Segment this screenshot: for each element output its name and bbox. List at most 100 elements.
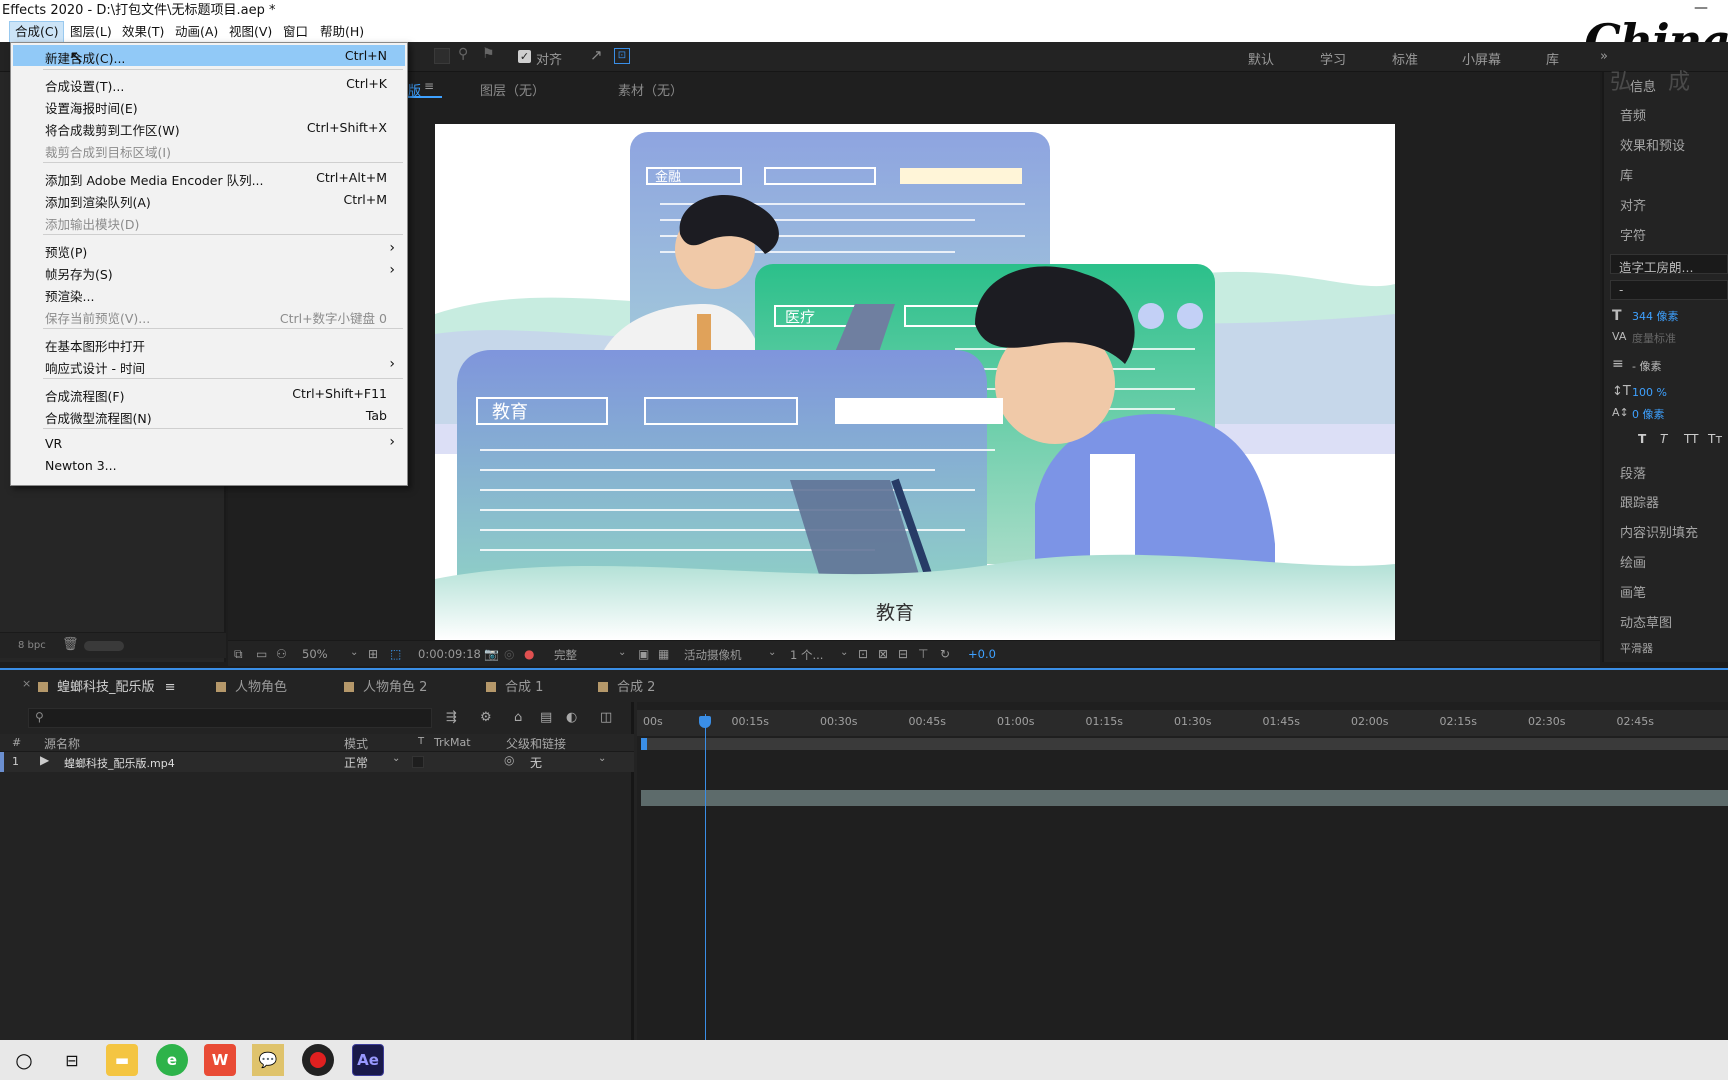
channel-icon[interactable]: ●	[524, 647, 534, 661]
browser-icon[interactable]: e	[156, 1044, 188, 1076]
views-dropdown-icon[interactable]: ⌄	[840, 647, 848, 658]
transparency-grid-icon[interactable]: ⬚	[390, 647, 401, 661]
panel-brushes[interactable]: 画笔	[1620, 582, 1646, 601]
trkmat-select[interactable]	[412, 756, 424, 768]
workspace-small-screen[interactable]: 小屏幕	[1462, 49, 1501, 68]
panel-smoother[interactable]: 平滑器	[1620, 640, 1653, 654]
work-area-start-handle[interactable]	[641, 738, 647, 750]
workspace-standard[interactable]: 标准	[1392, 49, 1418, 68]
toggle-pixel-icon[interactable]: ⊡	[858, 647, 868, 661]
snap-grid-icon[interactable]: ⊡	[614, 48, 630, 64]
workspace-more-button[interactable]: »	[1600, 49, 1608, 64]
task-view-icon[interactable]: ⊟	[56, 1044, 88, 1076]
workspace-library[interactable]: 库	[1546, 49, 1559, 68]
current-time-indicator[interactable]	[705, 714, 706, 1044]
layer-mode-select[interactable]: 正常	[344, 754, 368, 771]
panel-paragraph[interactable]: 段落	[1620, 463, 1646, 482]
views-select[interactable]: 1 个...	[790, 647, 823, 663]
tab-menu-icon[interactable]: ≡	[424, 79, 434, 93]
graph-editor-icon[interactable]: ◫	[600, 710, 612, 725]
trash-icon[interactable]: 🗑	[62, 637, 79, 652]
panel-effects-presets[interactable]: 效果和预设	[1620, 135, 1685, 154]
faux-italic-button[interactable]: T	[1660, 432, 1667, 446]
baseline-shift-value[interactable]: 0 像素	[1632, 406, 1665, 422]
panel-audio[interactable]: 音频	[1620, 105, 1646, 124]
camera-dropdown-icon[interactable]: ⌄	[768, 647, 776, 658]
menu-item-open-in-essential-graphics[interactable]: 在基本图形中打开	[13, 333, 405, 354]
menu-animation[interactable]: 动画(A)	[170, 22, 223, 42]
puppet-tool-icon[interactable]: ⚑	[482, 46, 495, 62]
motion-blur-icon[interactable]: ◐	[566, 710, 577, 725]
always-preview-icon[interactable]: ⧉	[234, 647, 243, 662]
menu-item-trim-to-work-area[interactable]: 将合成裁剪到工作区(W) Ctrl+Shift+X	[13, 117, 405, 138]
panel-motion-sketch[interactable]: 动态草图	[1620, 612, 1672, 631]
composition-canvas[interactable]: 金融 医疗 教育 教育	[435, 124, 1395, 640]
fast-preview-icon[interactable]: ⊠	[878, 647, 888, 661]
panel-libraries[interactable]: 库	[1620, 165, 1633, 184]
menu-item-newton[interactable]: Newton 3...	[13, 455, 405, 476]
font-style-select[interactable]: -	[1610, 280, 1728, 300]
wps-icon[interactable]: W	[204, 1044, 236, 1076]
panel-character[interactable]: 字符	[1620, 225, 1646, 244]
resolution-select[interactable]: 完整	[554, 647, 577, 663]
align-checkbox[interactable]: ✓	[518, 50, 531, 63]
layer-duration-bar[interactable]	[641, 790, 1728, 806]
stroke-width-value[interactable]: - 像素	[1632, 358, 1661, 374]
tab-footage[interactable]: 素材（无）	[618, 80, 683, 99]
panel-paint[interactable]: 绘画	[1620, 552, 1646, 571]
menu-layer[interactable]: 图层(L)	[65, 22, 117, 42]
menu-item-pre-render[interactable]: 预渲染...	[13, 283, 405, 304]
after-effects-icon[interactable]: Ae	[352, 1044, 384, 1076]
table-row[interactable]: 1 ▶ 蝗螂科技_配乐版.mp4 正常 ⌄ ◎ 无 ⌄	[0, 752, 634, 772]
workspace-default[interactable]: 默认	[1248, 49, 1274, 68]
col-trkmat[interactable]: TrkMat	[434, 736, 471, 749]
col-parent-link[interactable]: 父级和链接	[506, 735, 566, 752]
timeline-tab-5[interactable]: 合成 2	[598, 676, 655, 695]
time-ruler[interactable]: 00s 00:15s 00:30s 00:45s 01:00s 01:15s 01:30s 0…	[637, 710, 1728, 736]
kerning-value[interactable]: 度量标准	[1632, 330, 1676, 346]
menu-effect[interactable]: 效果(T)	[117, 22, 169, 42]
menu-item-responsive-design-time[interactable]: 响应式设计 - 时间 ›	[13, 355, 405, 376]
timeline-graph-area[interactable]: 00s 00:15s 00:30s 00:45s 01:00s 01:15s 01:30s 0…	[637, 702, 1728, 1044]
menu-item-comp-mini-flowchart[interactable]: 合成微型流程图(N) Tab	[13, 405, 405, 426]
expand-layer-icon[interactable]: ▶	[40, 753, 49, 767]
current-time-display[interactable]: 0:00:09:18	[418, 647, 481, 661]
timeline-icon[interactable]: ⊟	[898, 647, 908, 661]
mask-icon[interactable]: ⚇	[276, 647, 287, 661]
reset-exposure-icon[interactable]: ↻	[940, 647, 950, 661]
wechat-icon[interactable]: 💬	[252, 1044, 284, 1076]
menu-window[interactable]: 窗口	[278, 22, 313, 42]
layer-name[interactable]: 蝗螂科技_配乐版.mp4	[64, 755, 175, 771]
flowchart-icon[interactable]: ⊤	[918, 647, 928, 661]
transparency-toggle-icon[interactable]: ▦	[658, 647, 669, 661]
menu-item-add-to-render-queue[interactable]: 添加到渲染队列(A) Ctrl+M	[13, 189, 405, 210]
layer-label-color[interactable]	[0, 752, 4, 772]
panel-info[interactable]: 信息	[1630, 76, 1656, 95]
timeline-tab-3[interactable]: 人物角色 2	[344, 676, 427, 695]
recorder-icon[interactable]	[302, 1044, 334, 1076]
menu-item-comp-settings[interactable]: 合成设置(T)... Ctrl+K	[13, 73, 405, 94]
region-of-interest-icon[interactable]: ▣	[638, 647, 649, 661]
file-explorer-icon[interactable]: ▬	[106, 1044, 138, 1076]
menu-item-preview[interactable]: 预览(P) ›	[13, 239, 405, 260]
timeline-tab-2[interactable]: 人物角色	[216, 676, 287, 695]
timeline-tab-4[interactable]: 合成 1	[486, 676, 543, 695]
col-mode[interactable]: 模式	[344, 735, 368, 752]
resolution-dropdown-icon[interactable]: ⌄	[618, 647, 626, 658]
panel-align[interactable]: 对齐	[1620, 195, 1646, 214]
tool-extra-icon[interactable]	[434, 48, 450, 64]
parent-dropdown-icon[interactable]: ⌄	[598, 753, 606, 764]
shy-layers-icon[interactable]: ⌂	[514, 710, 522, 725]
timeline-tab-active[interactable]: 蝗螂科技_配乐版 ≡	[38, 676, 176, 695]
tab-layer[interactable]: 图层（无）	[480, 80, 545, 99]
draft-3d-icon[interactable]: ⚙	[480, 710, 492, 725]
menu-composition[interactable]: 合成(C)	[8, 21, 65, 43]
col-source-name[interactable]: 源名称	[44, 735, 80, 752]
thumbnail-slider[interactable]	[84, 641, 124, 651]
small-caps-button[interactable]: Tт	[1708, 432, 1722, 446]
cortana-icon[interactable]: ○	[8, 1044, 40, 1076]
faux-bold-button[interactable]: T	[1638, 432, 1646, 446]
menu-item-poster-time[interactable]: 设置海报时间(E)	[13, 95, 405, 116]
font-family-select[interactable]: 造字工房朗...	[1610, 254, 1728, 275]
menu-item-save-frame-as[interactable]: 帧另存为(S) ›	[13, 261, 405, 282]
